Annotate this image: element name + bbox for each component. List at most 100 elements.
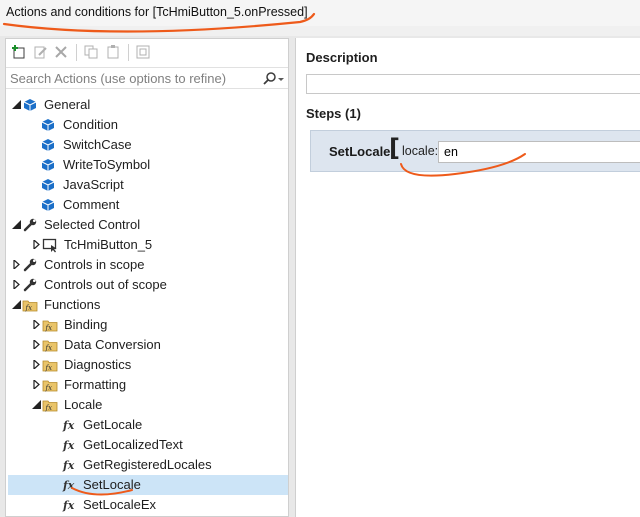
tree-label: GetRegisteredLocales [83,457,212,472]
actions-panel: General Condition SwitchCase WriteToSymb… [5,38,289,517]
paste-icon[interactable] [106,45,120,59]
tree-node-getregisteredlocales[interactable]: fx GetRegisteredLocales [8,455,288,475]
svg-text:fx: fx [62,459,75,472]
svg-text:fx: fx [25,304,33,312]
expand-arrow-icon[interactable] [12,280,21,289]
tree-node-writetosymbol[interactable]: WriteToSymbol [8,155,288,175]
actions-toolbar [6,39,288,67]
fx-folder-icon: fx [42,360,58,372]
fx-icon: fx [62,459,75,472]
collapse-arrow-icon[interactable] [12,100,21,109]
collapse-arrow-icon[interactable] [32,400,41,409]
expand-arrow-icon[interactable] [32,340,41,349]
svg-text:fx: fx [45,344,53,352]
cube-icon [41,119,55,131]
tree-node-controls-out-of-scope[interactable]: Controls out of scope [8,275,288,295]
expand-arrow-icon[interactable] [32,380,41,389]
steps-heading: Steps (1) [306,106,361,121]
tree-label: GetLocalizedText [83,437,183,452]
svg-text:fx: fx [45,384,53,392]
fx-folder-icon: fx [42,400,58,412]
control-icon [42,238,57,253]
tree-node-switchcase[interactable]: SwitchCase [8,135,288,155]
cube-icon [41,199,55,211]
tree-label: Selected Control [44,217,141,232]
svg-text:fx: fx [45,404,53,412]
tree-label: Binding [64,317,108,332]
fx-folder-icon: fx [42,340,58,352]
tree-label: JavaScript [63,177,124,192]
tree-node-comment[interactable]: Comment [8,195,288,215]
description-heading: Description [306,50,378,65]
delete-icon[interactable] [54,45,68,59]
tree-node-functions[interactable]: fx Functions [8,295,288,315]
tree-node-locale[interactable]: fx Locale [8,395,288,415]
tree-node-binding[interactable]: fx Binding [8,315,288,335]
wrench-icon [23,218,37,232]
tree-label: Functions [44,297,101,312]
collapse-arrow-icon[interactable] [12,220,21,229]
svg-text:fx: fx [45,364,53,372]
svg-text:fx: fx [62,439,75,452]
tree-label: Controls out of scope [44,277,167,292]
annotation-underline-setlocale [71,487,133,496]
wrench-icon [23,258,37,272]
group-icon[interactable] [136,45,150,59]
tree-label: WriteToSymbol [63,157,151,172]
description-field[interactable] [306,74,640,94]
tree-node-selected-control[interactable]: Selected Control [8,215,288,235]
tree-node-data-conversion[interactable]: fx Data Conversion [8,335,288,355]
tree-label: General [44,97,91,112]
annotation-underline-title [2,12,316,33]
fx-icon: fx [62,419,75,432]
search-icon[interactable] [259,70,287,88]
svg-text:fx: fx [45,324,53,332]
svg-text:fx: fx [62,499,75,512]
tree-label: Diagnostics [64,357,132,372]
tree-label: SwitchCase [63,137,132,152]
tree-label: Condition [63,117,118,132]
tree-label: TcHmiButton_5 [64,237,153,252]
tree-node-diagnostics[interactable]: fx Diagnostics [8,355,288,375]
tree-node-setlocale[interactable]: fx SetLocale [8,475,288,495]
expand-arrow-icon[interactable] [32,240,41,249]
search-bar [6,67,288,89]
details-panel: Description Steps (1) SetLocale [ locale… [295,38,640,517]
wrench-icon [23,278,37,292]
tree-label: Comment [63,197,120,212]
tree-label: GetLocale [83,417,143,432]
expand-arrow-icon[interactable] [32,360,41,369]
step-function-name: SetLocale [329,144,391,159]
tree-node-tchmibutton5[interactable]: TcHmiButton_5 [8,235,288,255]
cube-icon [23,99,37,111]
search-input[interactable] [10,70,255,87]
tree-node-javascript[interactable]: JavaScript [8,175,288,195]
cube-icon [41,139,55,151]
svg-text:fx: fx [62,419,75,432]
expand-arrow-icon[interactable] [12,260,21,269]
toolbar-separator [128,44,129,61]
tree-node-condition[interactable]: Condition [8,115,288,135]
annotation-underline-value [400,153,526,177]
tree-node-general[interactable]: General [8,95,288,115]
cube-icon [41,159,55,171]
fx-folder-icon: fx [22,300,38,312]
tree-node-controls-in-scope[interactable]: Controls in scope [8,255,288,275]
tree-node-getlocalizedtext[interactable]: fx GetLocalizedText [8,435,288,455]
tree-label: Data Conversion [64,337,161,352]
copy-icon[interactable] [84,45,98,59]
fx-folder-icon: fx [42,380,58,392]
tree-node-formatting[interactable]: fx Formatting [8,375,288,395]
tree-label: Formatting [64,377,127,392]
toolbar-separator [76,44,77,61]
tree-label: Controls in scope [44,257,145,272]
fx-folder-icon: fx [42,320,58,332]
tree-node-getlocale[interactable]: fx GetLocale [8,415,288,435]
edit-icon[interactable] [34,45,48,59]
tree-label: Locale [64,397,103,412]
add-icon[interactable] [12,45,26,59]
fx-icon: fx [62,439,75,452]
expand-arrow-icon[interactable] [32,320,41,329]
collapse-arrow-icon[interactable] [12,300,21,309]
tree-node-setlocaleex[interactable]: fx SetLocaleEx [8,495,288,515]
